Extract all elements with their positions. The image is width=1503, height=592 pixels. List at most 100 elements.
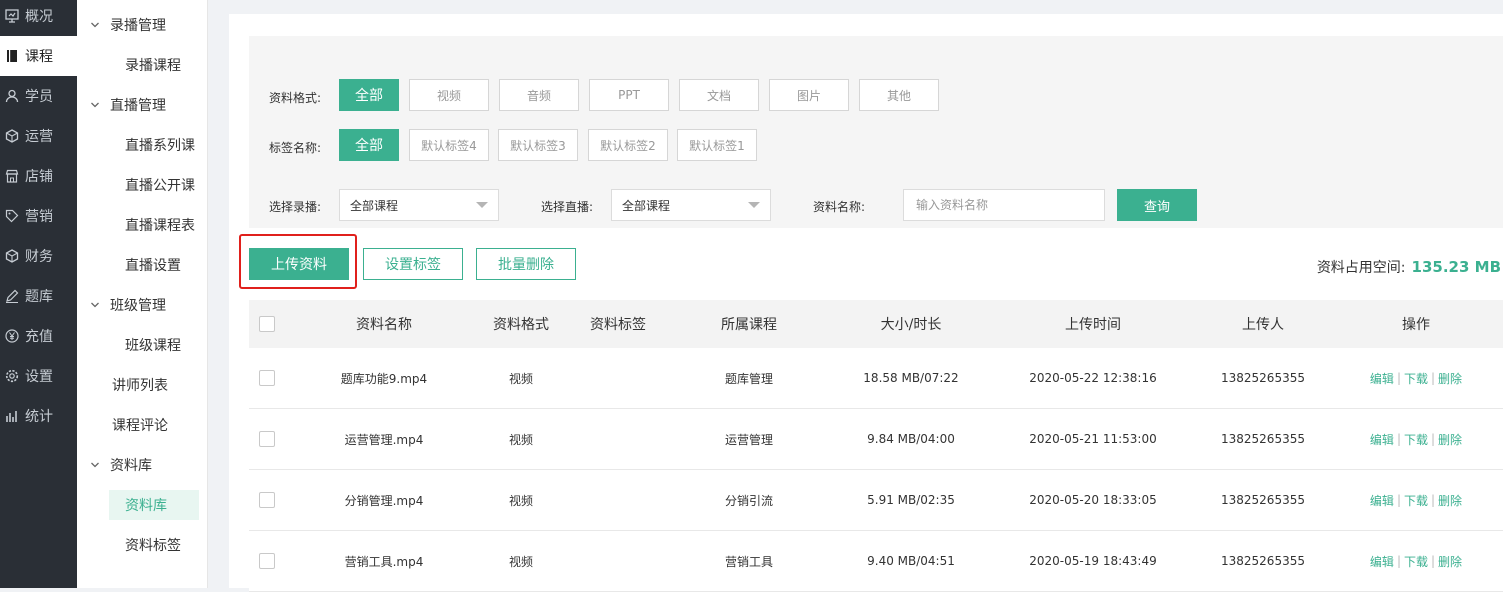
upload-button[interactable]: 上传资料 [249, 248, 349, 280]
row-upload-time: 2020-05-21 11:53:00 [1029, 432, 1157, 446]
op-separator: | [1431, 554, 1436, 568]
submenu-item-live-schedule[interactable]: 直播课程表 [77, 205, 208, 245]
row-checkbox-cell [249, 470, 285, 530]
tag-chip-all[interactable]: 全部 [339, 129, 399, 161]
nav-item-recharge[interactable]: 充值 [0, 316, 77, 356]
nav-item-statistics[interactable]: 统计 [0, 396, 77, 436]
submenu-group-label: 录播管理 [110, 18, 166, 34]
chevron-down-icon [476, 202, 488, 208]
format-chip-image[interactable]: 图片 [769, 79, 849, 111]
submenu-group-live[interactable]: 直播管理 [77, 85, 208, 125]
download-link[interactable]: 下载 [1404, 492, 1428, 509]
query-button[interactable]: 查询 [1117, 189, 1197, 221]
header-name: 资料名称 [356, 317, 412, 333]
chevron-down-icon [90, 460, 100, 470]
submenu-item-recorded-course[interactable]: 录播课程 [77, 45, 208, 85]
nav-label: 运营 [25, 129, 53, 145]
name-search-input[interactable] [903, 189, 1105, 221]
submenu-item-teacher-list[interactable]: 讲师列表 [77, 365, 208, 405]
nav-item-overview[interactable]: 概况 [0, 0, 77, 36]
row-uploader: 13825265355 [1221, 554, 1305, 568]
row-checkbox-cell [249, 409, 285, 469]
submenu-item-library[interactable]: 资料库 [109, 490, 199, 520]
nav-item-students[interactable]: 学员 [0, 76, 77, 116]
recorded-select[interactable]: 全部课程 [339, 189, 499, 221]
format-chip-video[interactable]: 视频 [409, 79, 489, 111]
select-all-checkbox[interactable] [259, 316, 275, 332]
submenu-item-library-tags[interactable]: 资料标签 [77, 525, 208, 565]
download-link[interactable]: 下载 [1404, 553, 1428, 570]
nav-item-settings[interactable]: 设置 [0, 356, 77, 396]
submenu-group-label: 班级管理 [110, 298, 166, 314]
row-name: 题库功能9.mp4 [340, 371, 428, 386]
tag-filter-label: 标签名称: [269, 141, 322, 155]
submenu-item-course-review[interactable]: 课程评论 [77, 405, 208, 445]
edit-link[interactable]: 编辑 [1370, 553, 1394, 570]
live-select[interactable]: 全部课程 [611, 189, 771, 221]
live-select-value: 全部课程 [622, 198, 671, 213]
format-chip-ppt[interactable]: PPT [589, 79, 669, 111]
row-size: 5.91 MB/02:35 [867, 493, 955, 507]
nav-item-finance[interactable]: 财务 [0, 236, 77, 276]
row-size: 9.40 MB/04:51 [867, 554, 955, 568]
edit-link[interactable]: 编辑 [1370, 492, 1394, 509]
row-checkbox[interactable] [259, 492, 275, 508]
filter-panel: 资料格式: 全部 视频 音频 PPT 文档 图片 其他 标签名称: 全部 默认标… [249, 36, 1503, 228]
set-tags-button[interactable]: 设置标签 [363, 248, 463, 280]
delete-link[interactable]: 删除 [1438, 431, 1462, 448]
row-checkbox[interactable] [259, 431, 275, 447]
submenu-item-label: 直播课程表 [125, 218, 195, 234]
row-course: 营销工具 [724, 554, 773, 569]
submenu-group-label: 资料库 [110, 458, 152, 474]
tag-chip-4[interactable]: 默认标签4 [409, 129, 489, 161]
nav-item-marketing[interactable]: 营销 [0, 196, 77, 236]
delete-link[interactable]: 删除 [1438, 370, 1462, 387]
download-link[interactable]: 下载 [1404, 370, 1428, 387]
row-checkbox[interactable] [259, 370, 275, 386]
edit-link[interactable]: 编辑 [1370, 431, 1394, 448]
tag-chip-3[interactable]: 默认标签3 [498, 129, 578, 161]
format-chip-document[interactable]: 文档 [679, 79, 759, 111]
op-separator: | [1431, 493, 1436, 507]
row-actions: 编辑 | 下载 | 删除 [1356, 409, 1476, 469]
submenu-item-live-settings[interactable]: 直播设置 [77, 245, 208, 285]
submenu-group-library[interactable]: 资料库 [77, 445, 208, 485]
submenu-item-class-course[interactable]: 班级课程 [77, 325, 208, 365]
header-uploader: 上传人 [1242, 317, 1284, 333]
submenu-group-recorded[interactable]: 录播管理 [77, 5, 208, 45]
row-tag [558, 531, 678, 591]
nav-label: 课程 [25, 49, 53, 65]
course-submenu: 录播管理 录播课程 直播管理 直播系列课 直播公开课 直播课程表 直播设置 班级… [77, 0, 208, 588]
submenu-item-live-public[interactable]: 直播公开课 [77, 165, 208, 205]
op-separator: | [1431, 432, 1436, 446]
submenu-item-live-series[interactable]: 直播系列课 [77, 125, 208, 165]
tag-chip-2[interactable]: 默认标签2 [588, 129, 668, 161]
delete-link[interactable]: 删除 [1438, 553, 1462, 570]
chevron-down-icon [90, 300, 100, 310]
format-chip-audio[interactable]: 音频 [499, 79, 579, 111]
batch-delete-button[interactable]: 批量删除 [476, 248, 576, 280]
main-nav: 概况 课程 学员 运营 店铺 营销 财务 题库 充值 设置 统计 [0, 0, 77, 588]
nav-label: 店铺 [25, 169, 53, 185]
nav-item-course[interactable]: 课程 [0, 36, 77, 76]
format-chip-all[interactable]: 全部 [339, 79, 399, 111]
download-link[interactable]: 下载 [1404, 431, 1428, 448]
submenu-item-label: 资料库 [125, 498, 167, 514]
tag-chip-1[interactable]: 默认标签1 [677, 129, 757, 161]
op-separator: | [1396, 493, 1401, 507]
header-upload-time: 上传时间 [1065, 317, 1121, 333]
row-size: 18.58 MB/07:22 [863, 371, 959, 385]
table-row: 题库功能9.mp4 视频 题库管理 18.58 MB/07:22 2020-05… [249, 348, 1503, 409]
row-checkbox[interactable] [259, 553, 275, 569]
nav-label: 设置 [25, 369, 53, 385]
table-header: 资料名称 资料格式 资料标签 所属课程 大小/时长 上传时间 上传人 操作 [249, 300, 1503, 348]
nav-item-operations[interactable]: 运营 [0, 116, 77, 156]
format-chip-other[interactable]: 其他 [859, 79, 939, 111]
submenu-group-class[interactable]: 班级管理 [77, 285, 208, 325]
submenu-item-label: 课程评论 [112, 418, 168, 434]
delete-link[interactable]: 删除 [1438, 492, 1462, 509]
nav-item-question-bank[interactable]: 题库 [0, 276, 77, 316]
nav-item-shop[interactable]: 店铺 [0, 156, 77, 196]
pen-icon [4, 288, 20, 304]
edit-link[interactable]: 编辑 [1370, 370, 1394, 387]
